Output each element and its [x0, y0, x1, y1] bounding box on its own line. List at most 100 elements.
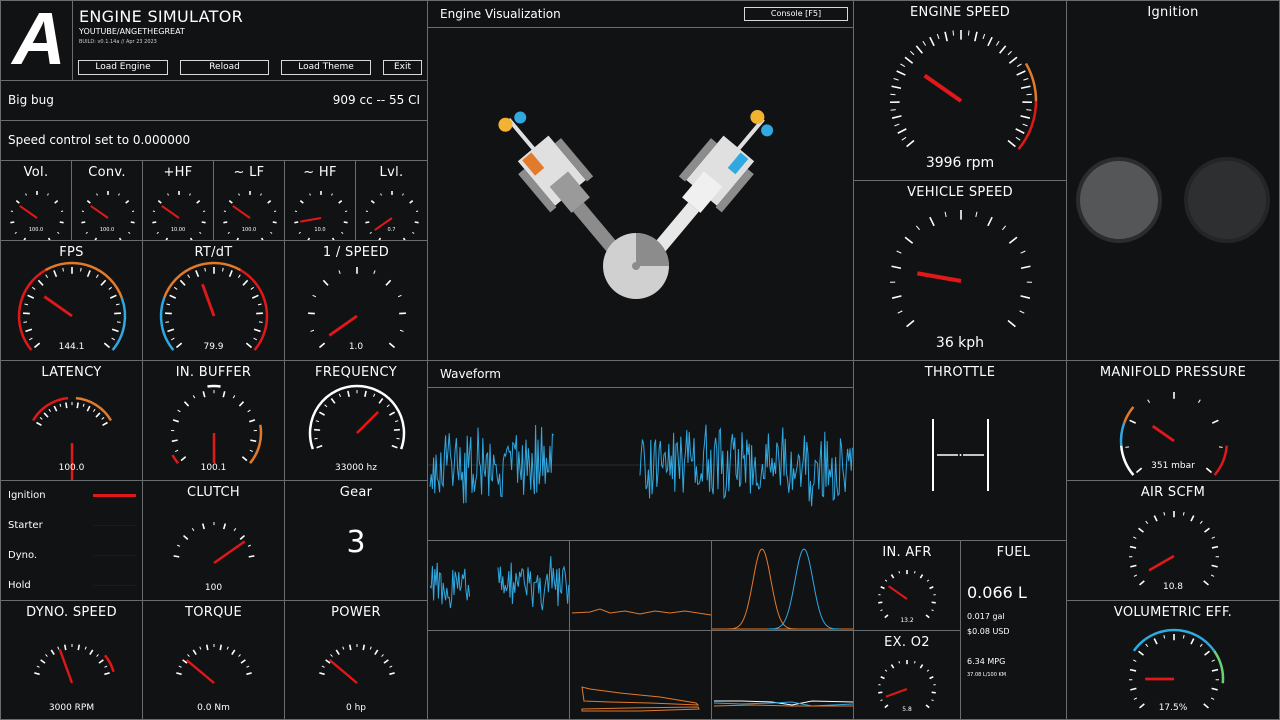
gauge-tick: [47, 193, 49, 196]
hold-toggle[interactable]: [93, 585, 136, 586]
gauge-tick: [53, 270, 58, 278]
gauge-tick: [115, 303, 120, 306]
gauge-tick: [1211, 419, 1219, 424]
gauge-tick: [369, 646, 372, 650]
gauge-tick: [931, 609, 934, 612]
gauge-tick: [24, 303, 29, 306]
gauge-needle: [1148, 554, 1175, 572]
gauge-value: 100.0: [28, 227, 44, 233]
gauge-tick: [86, 200, 91, 204]
plot-panel-5: [569, 630, 712, 720]
gauge-tick: [330, 654, 333, 657]
gauge-tick: [219, 644, 223, 651]
gauge-tick: [226, 646, 229, 650]
gauge-tick: [202, 210, 206, 213]
gauge-arc: [1119, 422, 1126, 446]
gauge-tick: [238, 654, 241, 657]
gauge-tick: [1129, 668, 1137, 672]
gauge-arc: [1132, 628, 1216, 652]
gauge-tick: [28, 337, 33, 341]
gauge-tick: [343, 221, 348, 224]
dyno-toggle[interactable]: [93, 555, 136, 556]
gauge-tick: [338, 200, 343, 204]
fps-gauge-panel: FPS 144.1: [0, 240, 143, 361]
load-theme-button[interactable]: Load Theme: [281, 60, 371, 75]
gauge-tick: [880, 676, 885, 680]
gauge-tick: [896, 70, 906, 76]
fuel-l100: 37.08 L/100 KM: [967, 672, 1007, 678]
gauge-tick: [982, 33, 986, 40]
gauge-title: Gear: [339, 485, 373, 500]
gauge-tick: [232, 395, 236, 399]
reload-button[interactable]: Reload: [180, 60, 269, 75]
gauge-tick: [914, 571, 916, 574]
small-gauge-lvl: Lvl. 0.7: [355, 160, 428, 241]
clutch-gauge-panel: CLUTCH 100: [142, 480, 285, 601]
gauge-tick: [238, 193, 240, 196]
gauge-tick: [1019, 310, 1025, 314]
gauge-tick: [910, 50, 915, 56]
gauge-tick: [59, 403, 62, 407]
gauge-tick: [891, 115, 902, 119]
gauge-tick: [240, 659, 246, 664]
gauge-tick: [125, 200, 130, 204]
gauge-tick: [922, 40, 927, 46]
gauge-tick: [251, 294, 259, 299]
gauge-tick: [987, 36, 993, 47]
gauge-tick: [89, 649, 94, 656]
timing-curves-plot: [712, 548, 853, 630]
app-logo: A: [12, 0, 66, 80]
gauge-tick: [36, 421, 42, 427]
gauge-tick: [272, 221, 277, 224]
gauge-tick: [1133, 697, 1138, 700]
gauge-tick: [104, 665, 108, 668]
pv-diagram-plot: [581, 686, 700, 712]
gauge-tick: [59, 221, 64, 224]
gauge-tick: [1197, 399, 1201, 404]
gauge-tick: [37, 279, 44, 286]
gauge-tick: [1129, 419, 1137, 424]
plot-panel-6: [711, 630, 854, 720]
engine-speed-panel: ENGINE SPEED 3996 rpm: [853, 0, 1067, 181]
gauge-tick: [1211, 687, 1218, 691]
gauge-tick: [233, 527, 237, 532]
gauge-tick: [249, 419, 256, 423]
gauge-tick: [170, 337, 175, 341]
gauge-tick: [187, 654, 190, 657]
latency-gauge-panel: LATENCY 100.0: [0, 360, 143, 481]
gauge-tick: [92, 408, 96, 412]
plot-panel-4: [427, 630, 570, 720]
gauge-tick: [381, 654, 384, 657]
power-gauge-panel: POWER 0 hp: [284, 600, 428, 720]
throttle-panel: THROTTLE: [853, 360, 1067, 541]
starter-toggle[interactable]: [93, 525, 136, 526]
gauge-tick: [239, 534, 246, 540]
ignition-toggle[interactable]: [93, 494, 136, 497]
gauge-tick: [987, 216, 993, 227]
exit-button[interactable]: Exit: [383, 60, 422, 75]
gauge-arc: [44, 261, 123, 299]
gauge-tick: [1007, 139, 1016, 148]
speed-control-text: Speed control set to 0.000000: [8, 133, 191, 147]
gauge-needle: [43, 295, 73, 318]
gauge-tick: [267, 200, 272, 204]
gauge-needle: [201, 283, 216, 317]
gauge-tick: [389, 665, 393, 668]
gauge-tick: [1130, 687, 1137, 691]
gauge-tick: [397, 294, 402, 298]
gauge-tick: [96, 654, 99, 657]
gauge-tick: [50, 649, 55, 656]
rtdt-gauge-panel: RT/dT 79.9: [142, 240, 285, 361]
manifold-pressure-panel: MANIFOLD PRESSURE 351 mbar: [1066, 360, 1280, 481]
gauge-tick: [309, 193, 311, 196]
gauge-tick: [315, 420, 320, 423]
fuel-title: FUEL: [996, 545, 1031, 560]
gauge-tick: [108, 286, 113, 290]
gauge-tick: [1008, 236, 1018, 244]
gauge-tick: [896, 250, 902, 254]
volumetric-eff-panel: VOLUMETRIC EFF. 17.5%: [1066, 600, 1280, 720]
gauge-value: 5.8: [902, 706, 912, 713]
gauge-tick: [246, 665, 250, 668]
load-engine-button[interactable]: Load Engine: [78, 60, 168, 75]
gauge-tick: [260, 193, 262, 196]
